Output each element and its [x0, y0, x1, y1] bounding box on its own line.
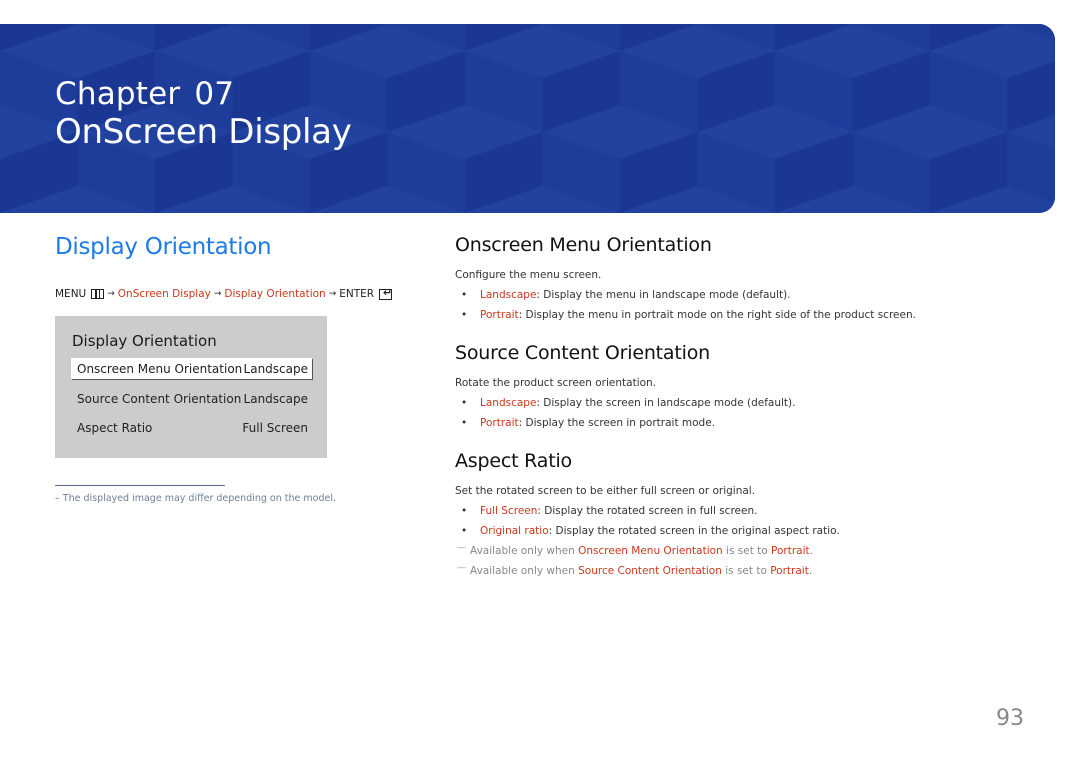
note-text: . — [808, 565, 813, 577]
footnote: – The displayed image may differ dependi… — [55, 493, 336, 504]
option-term: Full Screen — [480, 505, 538, 517]
option-description: : Display the menu in landscape mode (de… — [536, 289, 791, 301]
breadcrumb-display-orientation[interactable]: Display Orientation — [224, 288, 325, 300]
note-value: Portrait — [771, 545, 810, 557]
osd-row-source-content-orientation[interactable]: Source Content Orientation Landscape — [71, 388, 312, 409]
note-text: is set to — [722, 545, 772, 557]
page-number: 93 — [996, 706, 1024, 731]
osd-row-label: Aspect Ratio — [77, 420, 153, 435]
option-description: : Display the rotated screen in full scr… — [537, 505, 758, 517]
heading-source-content-orientation: Source Content Orientation — [455, 342, 710, 364]
list-item: • Portrait: Display the screen in portrai… — [461, 417, 715, 429]
note-value: Portrait — [770, 565, 809, 577]
breadcrumb-enter: ENTER — [339, 288, 375, 300]
note-link: Source Content Orientation — [578, 565, 722, 577]
list-item: • Original ratio: Display the rotated scr… — [461, 525, 840, 537]
option-term: Landscape — [480, 397, 537, 409]
breadcrumb-onscreen-display[interactable]: OnScreen Display — [118, 288, 211, 300]
note-dash-icon: — — [457, 563, 466, 573]
section-title: Display Orientation — [55, 234, 272, 260]
osd-menu-illustration: Display Orientation Onscreen Menu Orient… — [55, 316, 327, 458]
osd-row-value: Landscape — [243, 391, 308, 406]
osd-menu-title: Display Orientation — [72, 332, 217, 350]
section-intro: Set the rotated screen to be either full… — [455, 485, 756, 497]
bullet-icon: • — [461, 289, 468, 301]
arrow-icon: → — [328, 289, 337, 299]
note-text: Available only when — [470, 545, 579, 557]
option-description: : Display the screen in portrait mode. — [518, 417, 716, 429]
osd-row-label: Onscreen Menu Orientation — [77, 361, 243, 376]
list-item: • Full Screen: Display the rotated screen… — [461, 505, 757, 517]
availability-note: — Available only when Onscreen Menu Orien… — [457, 543, 813, 557]
bullet-icon: • — [461, 309, 468, 321]
option-term: Landscape — [480, 289, 537, 301]
section-intro: Rotate the product screen orientation. — [455, 377, 657, 389]
menu-grid-icon — [91, 289, 105, 299]
menu-path-breadcrumb: MENU → OnScreen Display → Display Orient… — [55, 286, 393, 300]
chapter-number: 07 — [194, 76, 235, 112]
osd-row-value: Landscape — [243, 361, 308, 376]
note-dash-icon: — — [457, 543, 466, 553]
availability-note: — Available only when Source Content Orie… — [457, 563, 813, 577]
heading-onscreen-menu-orientation: Onscreen Menu Orientation — [455, 234, 712, 256]
bullet-icon: • — [461, 397, 468, 409]
note-text: is set to — [721, 565, 771, 577]
osd-row-aspect-ratio[interactable]: Aspect Ratio Full Screen — [71, 417, 312, 438]
list-item: • Landscape: Display the menu in landscap… — [461, 289, 791, 301]
bullet-icon: • — [461, 417, 468, 429]
enter-return-icon — [379, 286, 393, 300]
option-description: : Display the screen in landscape mode (… — [536, 397, 796, 409]
osd-row-label: Source Content Orientation — [77, 391, 242, 406]
list-item: • Portrait: Display the menu in portrait … — [461, 309, 916, 321]
note-link: Onscreen Menu Orientation — [578, 545, 723, 557]
note-text: Available only when — [470, 565, 579, 577]
note-text: . — [809, 545, 813, 557]
list-item: • Landscape: Display the screen in landsc… — [461, 397, 795, 409]
bullet-icon: • — [461, 525, 468, 537]
arrow-icon: → — [107, 289, 115, 299]
chapter-banner: Chapter 07 OnScreen Display — [0, 24, 1055, 213]
chapter-label: Chapter — [55, 76, 181, 112]
option-term: Portrait — [480, 417, 519, 429]
bullet-icon: • — [461, 505, 468, 517]
osd-row-value: Full Screen — [242, 420, 308, 435]
option-term: Portrait — [480, 309, 519, 321]
osd-row-onscreen-menu-orientation[interactable]: Onscreen Menu Orientation Landscape — [71, 358, 312, 379]
arrow-icon: → — [213, 289, 222, 299]
breadcrumb-menu: MENU — [55, 288, 87, 300]
option-term: Original ratio — [480, 525, 549, 537]
heading-aspect-ratio: Aspect Ratio — [455, 450, 572, 472]
footnote-divider — [55, 485, 225, 486]
option-description: : Display the rotated screen in the orig… — [548, 525, 840, 537]
option-description: : Display the menu in portrait mode on t… — [518, 309, 916, 321]
chapter-number-line: Chapter 07 — [55, 76, 234, 112]
section-intro: Configure the menu screen. — [455, 269, 602, 281]
chapter-title: OnScreen Display — [55, 112, 352, 152]
